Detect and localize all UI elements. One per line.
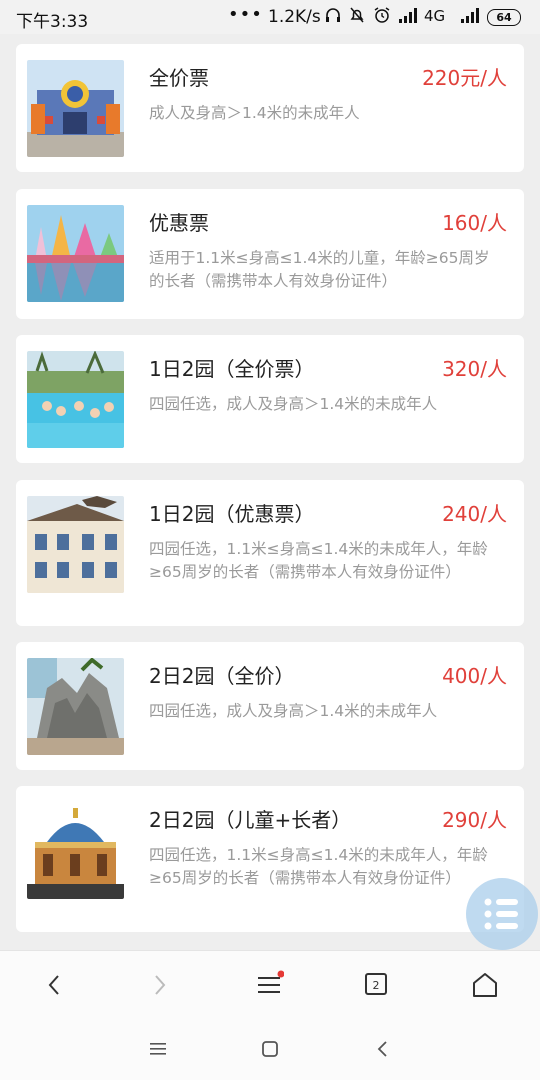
svg-text:2: 2 [373, 979, 380, 992]
floating-menu-button[interactable] [466, 878, 538, 950]
forward-button[interactable] [140, 965, 180, 1005]
recents-button[interactable] [143, 1034, 173, 1064]
ticket-image [27, 802, 124, 899]
ticket-desc: 成人及身高＞1.4米的未成年人 [149, 104, 360, 122]
status-time: 下午3:33 [16, 12, 89, 32]
ticket-price: 400/人 [442, 664, 507, 688]
chevron-right-icon [155, 975, 166, 995]
home-icon [473, 973, 497, 997]
ticket-card[interactable]: 2日2园（全价） 400/人 四园任选，成人及身高＞1.4米的未成年人 [16, 642, 524, 770]
mute-bell-icon [350, 7, 364, 23]
browser-toolbar: 2 [0, 950, 540, 1017]
ticket-desc: 适用于1.1米≤身高≤1.4米的儿童，年龄≥65周岁的长者（需携带本人有效身份证… [149, 249, 490, 290]
ticket-image [27, 351, 124, 448]
ticket-card[interactable]: 1日2园（优惠票） 240/人 四园任选，1.1米≤身高≤1.4米的未成年人，年… [16, 480, 524, 626]
ticket-price: 320/人 [442, 357, 507, 381]
system-home-button[interactable] [255, 1034, 285, 1064]
square-icon [262, 1041, 278, 1057]
menu-lines-icon [150, 1043, 166, 1055]
status-more-icon: ••• [228, 4, 263, 25]
ticket-desc: 四园任选，成人及身高＞1.4米的未成年人 [149, 702, 438, 720]
alarm-icon [374, 7, 390, 23]
chevron-left-icon [48, 975, 59, 995]
back-button[interactable] [34, 965, 74, 1005]
ticket-price: 220元/人 [422, 66, 507, 90]
menu-button[interactable] [249, 965, 289, 1005]
ticket-name: 1日2园（优惠票） [149, 502, 315, 526]
signal-icon [399, 8, 417, 23]
ticket-card[interactable]: 1日2园（全价票） 320/人 四园任选，成人及身高＞1.4米的未成年人 [16, 335, 524, 463]
battery-icon: 64 [487, 9, 521, 26]
headphone-icon [326, 8, 340, 22]
network-speed: 1.2K/s [268, 7, 321, 27]
ticket-name: 全价票 [149, 66, 209, 90]
hamburger-icon [258, 970, 284, 993]
system-nav-bar [0, 1016, 540, 1080]
ticket-name: 1日2园（全价票） [149, 357, 315, 381]
ticket-name: 2日2园（儿童+长者） [149, 808, 352, 832]
list-icon [484, 898, 518, 930]
ticket-image [27, 658, 124, 755]
ticket-price: 160/人 [442, 211, 507, 235]
ticket-desc: 四园任选，1.1米≤身高≤1.4米的未成年人，年龄≥65周岁的长者（需携带本人有… [149, 846, 488, 887]
ticket-card[interactable]: 优惠票 160/人 适用于1.1米≤身高≤1.4米的儿童，年龄≥65周岁的长者（… [16, 189, 524, 319]
tabs-button[interactable]: 2 [356, 965, 396, 1005]
system-back-button[interactable] [368, 1034, 398, 1064]
ticket-price: 290/人 [442, 808, 507, 832]
status-bar: 下午3:33 ••• 1.2K/s 4G 64 [0, 0, 540, 34]
ticket-card[interactable]: 全价票 220元/人 成人及身高＞1.4米的未成年人 [16, 44, 524, 172]
ticket-price: 240/人 [442, 502, 507, 526]
signal-icon-2 [461, 8, 479, 23]
ticket-card[interactable]: 2日2园（儿童+长者） 290/人 四园任选，1.1米≤身高≤1.4米的未成年人… [16, 786, 524, 932]
ticket-desc: 四园任选，1.1米≤身高≤1.4米的未成年人，年龄≥65周岁的长者（需携带本人有… [149, 540, 488, 581]
back-arrow-icon [377, 1041, 387, 1057]
ticket-image [27, 205, 124, 302]
ticket-name: 优惠票 [149, 211, 209, 235]
ticket-image [27, 60, 124, 157]
tabs-icon: 2 [365, 973, 387, 995]
ticket-desc: 四园任选，成人及身高＞1.4米的未成年人 [149, 395, 438, 413]
network-type: 4G [424, 7, 446, 25]
ticket-name: 2日2园（全价） [149, 664, 295, 688]
ticket-image [27, 496, 124, 593]
home-button[interactable] [465, 965, 505, 1005]
